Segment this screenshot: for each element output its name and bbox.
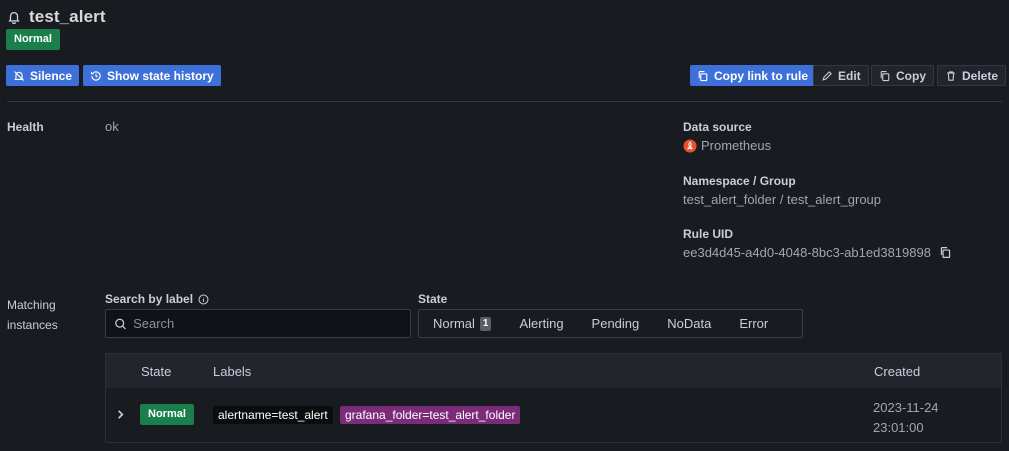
history-icon xyxy=(90,70,101,81)
delete-label: Delete xyxy=(962,68,999,83)
column-labels: Labels xyxy=(213,364,252,379)
state-history-label: Show state history xyxy=(107,68,214,83)
copy-link-button[interactable]: Copy link to rule xyxy=(690,65,816,86)
bell-slash-icon xyxy=(14,70,24,81)
column-created: Created xyxy=(874,364,921,379)
instances-table: State Labels Created Normal alertname=te… xyxy=(105,353,1002,443)
edit-label: Edit xyxy=(838,68,861,83)
copy-uid-icon[interactable] xyxy=(939,246,952,259)
state-filter-error-label: Error xyxy=(739,316,769,331)
state-filter-nodata-label: NoData xyxy=(667,316,712,331)
rule-state-badge: Normal xyxy=(6,29,60,50)
health-value: ok xyxy=(105,119,119,134)
health-label: Health xyxy=(7,120,44,134)
datasource-label: Data source xyxy=(683,120,752,134)
instance-state-badge: Normal xyxy=(140,404,194,425)
info-circle-icon[interactable] xyxy=(198,294,209,305)
bell-icon xyxy=(8,11,20,24)
matching-label-line1: Matching xyxy=(7,298,56,312)
instance-created: 2023-11-24 23:01:00 xyxy=(873,398,939,438)
header-divider xyxy=(7,101,1002,102)
copy-link-icon xyxy=(698,70,708,81)
created-date: 2023-11-24 xyxy=(873,400,939,415)
label-chip[interactable]: grafana_folder=test_alert_folder xyxy=(340,406,521,424)
copy-button[interactable]: Copy xyxy=(871,65,934,86)
state-history-button[interactable]: Show state history xyxy=(83,65,221,86)
search-by-label-label: Search by label xyxy=(105,292,194,306)
state-filter-normal[interactable]: Normal 1 xyxy=(433,316,492,331)
edit-button[interactable]: Edit xyxy=(813,65,869,86)
datasource-value: Prometheus xyxy=(683,138,771,153)
copy-link-label: Copy link to rule xyxy=(714,68,809,83)
search-icon xyxy=(115,318,126,329)
column-state: State xyxy=(141,364,172,379)
namespace-label: Namespace / Group xyxy=(683,174,796,188)
copy-label: Copy xyxy=(896,68,926,83)
table-row: Normal alertname=test_alert grafana_fold… xyxy=(106,388,1001,442)
namespace-value: test_alert_folder / test_alert_group xyxy=(683,192,882,207)
table-header: State Labels Created xyxy=(106,354,1001,388)
state-filter-error[interactable]: Error xyxy=(739,316,768,331)
trash-icon xyxy=(947,70,955,81)
delete-button[interactable]: Delete xyxy=(937,65,1007,86)
state-filter-alerting[interactable]: Alerting xyxy=(519,316,563,331)
matching-instances-label: Matching instances xyxy=(7,295,58,335)
state-filter-alerting-label: Alerting xyxy=(519,316,564,331)
rule-uid-value: ee3d4d45-a4d0-4048-8bc3-ab1ed3819898 xyxy=(683,245,931,260)
matching-label-line2: instances xyxy=(7,318,58,332)
state-filter-normal-label: Normal xyxy=(433,316,475,331)
label-chip[interactable]: alertname=test_alert xyxy=(213,406,333,424)
chevron-right-icon[interactable] xyxy=(116,409,125,420)
datasource-name: Prometheus xyxy=(701,138,772,153)
state-filter-pending[interactable]: Pending xyxy=(592,316,640,331)
copy-icon xyxy=(880,70,890,81)
created-time: 23:01:00 xyxy=(873,420,924,435)
state-filter-nodata[interactable]: NoData xyxy=(667,316,711,331)
search-field[interactable] xyxy=(105,309,411,338)
state-filter-pending-label: Pending xyxy=(591,316,640,331)
state-count-badge: 1 xyxy=(479,316,492,331)
rule-header: test_alert xyxy=(7,7,106,27)
search-input[interactable] xyxy=(133,316,402,331)
pen-icon xyxy=(822,70,832,81)
rule-uid-label: Rule UID xyxy=(683,227,734,241)
silence-label: Silence xyxy=(30,68,73,83)
state-filter-label: State xyxy=(418,292,448,306)
prometheus-icon xyxy=(683,138,697,153)
silence-button[interactable]: Silence xyxy=(6,65,80,86)
rule-title: test_alert xyxy=(29,7,106,26)
state-filter: Normal 1 Alerting Pending NoData Error xyxy=(418,309,803,338)
